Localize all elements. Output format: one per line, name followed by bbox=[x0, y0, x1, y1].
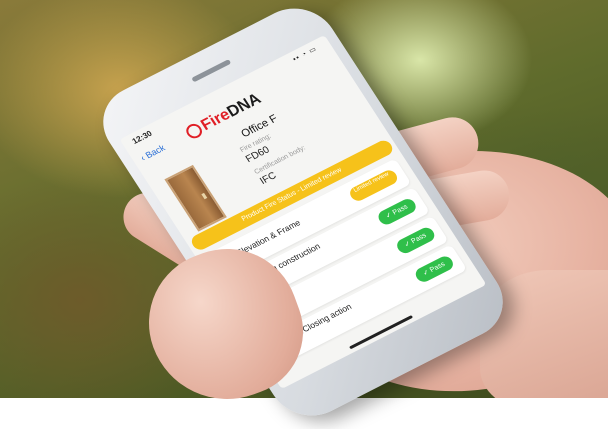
pass-badge: ✓ Pass bbox=[412, 253, 456, 285]
back-button[interactable]: ‹ Back bbox=[139, 143, 167, 163]
door-knob bbox=[201, 192, 208, 200]
pass-badge: ✓ Pass bbox=[375, 196, 419, 228]
pass-badge: ✓ Pass bbox=[393, 225, 438, 256]
door-image bbox=[164, 164, 227, 232]
